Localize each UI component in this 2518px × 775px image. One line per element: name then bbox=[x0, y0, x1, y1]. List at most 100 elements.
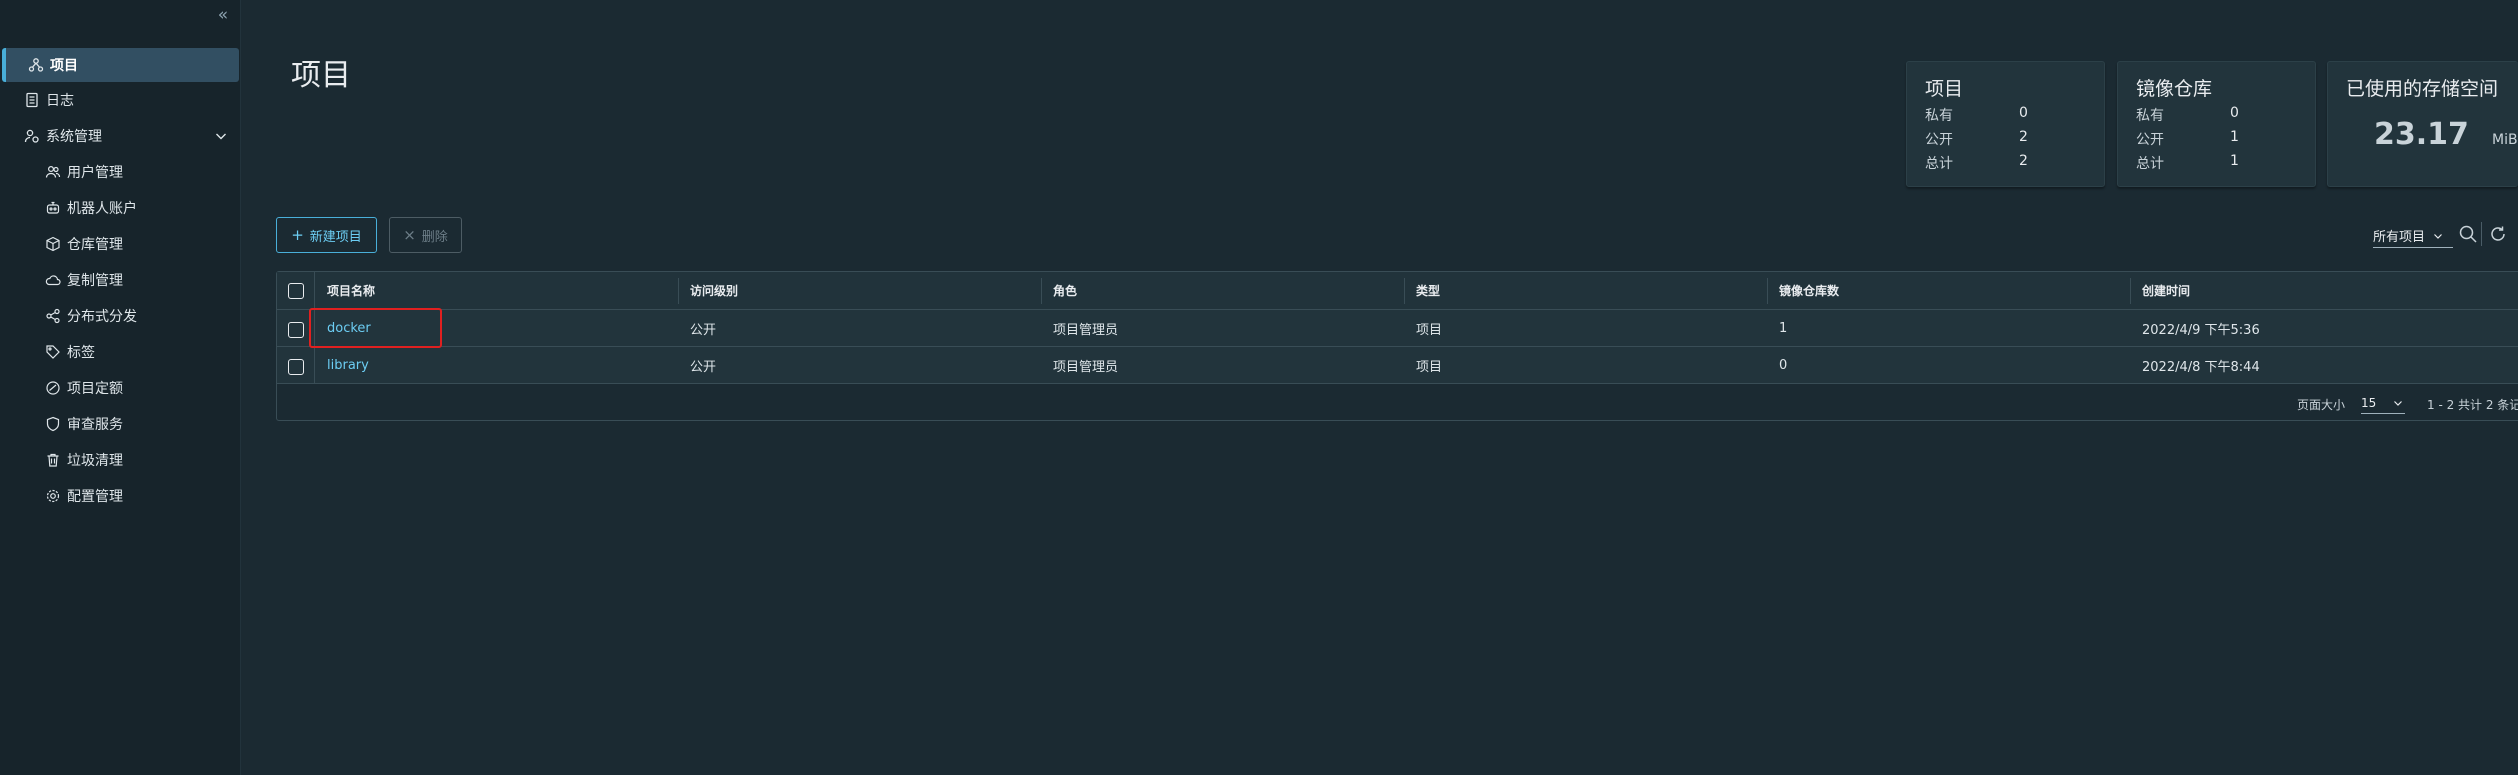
stat-value: 0 bbox=[2019, 105, 2028, 121]
column-divider bbox=[314, 272, 315, 309]
role-cell: 项目管理员 bbox=[1053, 322, 1119, 338]
collapse-sidebar-icon[interactable]: « bbox=[214, 6, 232, 24]
delete-label: 删除 bbox=[421, 229, 448, 245]
sidebar-item-projects[interactable]: 项目 bbox=[2, 48, 239, 82]
table-row: docker 公开 项目管理员 项目 1 2022/4/9 下午5:36 bbox=[277, 310, 2518, 347]
sidebar-item-label: 复制管理 bbox=[67, 273, 123, 289]
new-project-label: 新建项目 bbox=[309, 229, 362, 245]
sidebar: « 项目 日志 系统管理 用户管理 机器人账户 仓库管理 复制管理 分布式分发 … bbox=[0, 0, 241, 775]
sidebar-item-quotas[interactable]: 项目定额 bbox=[0, 371, 240, 405]
column-divider[interactable] bbox=[1404, 278, 1405, 304]
stat-label: 私有 bbox=[1925, 108, 1953, 124]
column-divider bbox=[314, 310, 315, 346]
repo-count-cell: 0 bbox=[1779, 357, 1788, 373]
card-title: 已使用的存储空间 bbox=[2346, 78, 2499, 100]
access-level-cell: 公开 bbox=[690, 359, 717, 375]
stat-label: 公开 bbox=[2136, 132, 2164, 148]
projects-summary-card: 项目 私有 0 公开 2 总计 2 bbox=[1906, 61, 2105, 187]
repositories-summary-card: 镜像仓库 私有 0 公开 1 总计 1 bbox=[2117, 61, 2316, 187]
sidebar-item-tags[interactable]: 标签 bbox=[0, 335, 240, 369]
chevron-down-icon[interactable] bbox=[214, 129, 228, 143]
sidebar-item-label: 项目定额 bbox=[67, 381, 123, 397]
sidebar-item-registries[interactable]: 仓库管理 bbox=[0, 227, 240, 261]
sidebar-item-label: 标签 bbox=[67, 345, 95, 361]
sidebar-item-distribution[interactable]: 分布式分发 bbox=[0, 299, 240, 333]
sidebar-item-label: 分布式分发 bbox=[67, 309, 137, 325]
stat-value: 2 bbox=[2019, 153, 2028, 169]
project-name-link[interactable]: docker bbox=[327, 310, 371, 346]
sidebar-item-label: 审查服务 bbox=[67, 417, 123, 433]
page-size-value: 15 bbox=[2361, 395, 2377, 410]
page-size-select[interactable]: 15 bbox=[2361, 392, 2405, 414]
table-header: 项目名称 访问级别 角色 类型 镜像仓库数 创建时间 bbox=[277, 272, 2518, 310]
refresh-icon[interactable] bbox=[2488, 224, 2508, 244]
row-checkbox[interactable] bbox=[288, 359, 304, 375]
sidebar-item-label: 仓库管理 bbox=[67, 237, 123, 253]
column-divider[interactable] bbox=[678, 278, 679, 304]
column-header-created[interactable]: 创建时间 bbox=[2142, 272, 2190, 309]
sidebar-item-replication[interactable]: 复制管理 bbox=[0, 263, 240, 297]
trash-icon bbox=[45, 452, 61, 468]
column-divider[interactable] bbox=[1767, 278, 1768, 304]
stat-label: 总计 bbox=[1925, 156, 1953, 172]
new-project-button[interactable]: + 新建项目 bbox=[276, 217, 377, 253]
storage-value: 23.17 bbox=[2374, 117, 2469, 152]
type-cell: 项目 bbox=[1416, 322, 1443, 338]
column-header-name[interactable]: 项目名称 bbox=[327, 272, 375, 309]
sidebar-item-label: 用户管理 bbox=[67, 165, 123, 181]
logs-icon bbox=[24, 92, 40, 108]
robot-icon bbox=[45, 200, 61, 216]
column-divider[interactable] bbox=[1041, 278, 1042, 304]
sidebar-item-users[interactable]: 用户管理 bbox=[0, 155, 240, 189]
sidebar-item-label: 日志 bbox=[46, 93, 74, 109]
sidebar-item-label: 机器人账户 bbox=[67, 201, 137, 217]
role-cell: 项目管理员 bbox=[1053, 359, 1119, 375]
column-divider bbox=[314, 347, 315, 383]
table-footer: 页面大小 15 1 - 2 共计 2 条记 bbox=[277, 385, 2518, 422]
row-checkbox[interactable] bbox=[288, 322, 304, 338]
close-icon: × bbox=[403, 226, 416, 244]
project-filter-value: 所有项目 bbox=[2373, 230, 2426, 245]
sidebar-item-interrogation-services[interactable]: 审查服务 bbox=[0, 407, 240, 441]
projects-icon bbox=[28, 57, 44, 73]
tag-icon bbox=[45, 344, 61, 360]
sidebar-item-configuration[interactable]: 配置管理 bbox=[0, 479, 240, 513]
type-cell: 项目 bbox=[1416, 359, 1443, 375]
table-row: library 公开 项目管理员 项目 0 2022/4/8 下午8:44 bbox=[277, 347, 2518, 384]
system-admin-icon bbox=[24, 128, 40, 144]
sidebar-item-label: 垃圾清理 bbox=[67, 453, 123, 469]
select-all-checkbox[interactable] bbox=[288, 283, 304, 299]
sidebar-item-system-admin[interactable]: 系统管理 bbox=[0, 119, 240, 153]
column-header-repo-count[interactable]: 镜像仓库数 bbox=[1779, 272, 1839, 309]
creation-time-cell: 2022/4/8 下午8:44 bbox=[2142, 359, 2260, 375]
toolbar-divider bbox=[2481, 222, 2482, 246]
stat-label: 公开 bbox=[1925, 132, 1953, 148]
project-name-link[interactable]: library bbox=[327, 347, 369, 383]
sidebar-item-robot-accounts[interactable]: 机器人账户 bbox=[0, 191, 240, 225]
page-size-label: 页面大小 bbox=[2297, 398, 2346, 412]
repo-count-cell: 1 bbox=[1779, 320, 1788, 336]
pagination-range: 1 - 2 共计 2 条记 bbox=[2427, 398, 2518, 412]
column-header-access[interactable]: 访问级别 bbox=[690, 272, 738, 309]
sidebar-item-logs[interactable]: 日志 bbox=[0, 83, 240, 117]
project-filter-select[interactable]: 所有项目 bbox=[2373, 224, 2453, 248]
gear-icon bbox=[45, 488, 61, 504]
chevron-down-icon bbox=[2434, 233, 2442, 239]
storage-summary-card: 已使用的存储空间 23.17 MiB bbox=[2327, 61, 2518, 187]
chevron-down-icon bbox=[2394, 401, 2402, 406]
stat-label: 总计 bbox=[2136, 156, 2164, 172]
delete-button[interactable]: × 删除 bbox=[389, 217, 462, 253]
search-icon[interactable] bbox=[2458, 224, 2478, 244]
creation-time-cell: 2022/4/9 下午5:36 bbox=[2142, 322, 2260, 338]
column-divider[interactable] bbox=[2130, 278, 2131, 304]
column-header-type[interactable]: 类型 bbox=[1416, 272, 1440, 309]
projects-table: 项目名称 访问级别 角色 类型 镜像仓库数 创建时间 docker 公开 项目管… bbox=[276, 271, 2518, 421]
card-title: 项目 bbox=[1925, 78, 1964, 100]
quota-icon bbox=[45, 380, 61, 396]
column-header-role[interactable]: 角色 bbox=[1053, 272, 1077, 309]
stat-value: 0 bbox=[2230, 105, 2239, 121]
stat-value: 1 bbox=[2230, 129, 2239, 145]
access-level-cell: 公开 bbox=[690, 322, 717, 338]
sidebar-item-garbage-collection[interactable]: 垃圾清理 bbox=[0, 443, 240, 477]
shield-icon bbox=[45, 416, 61, 432]
